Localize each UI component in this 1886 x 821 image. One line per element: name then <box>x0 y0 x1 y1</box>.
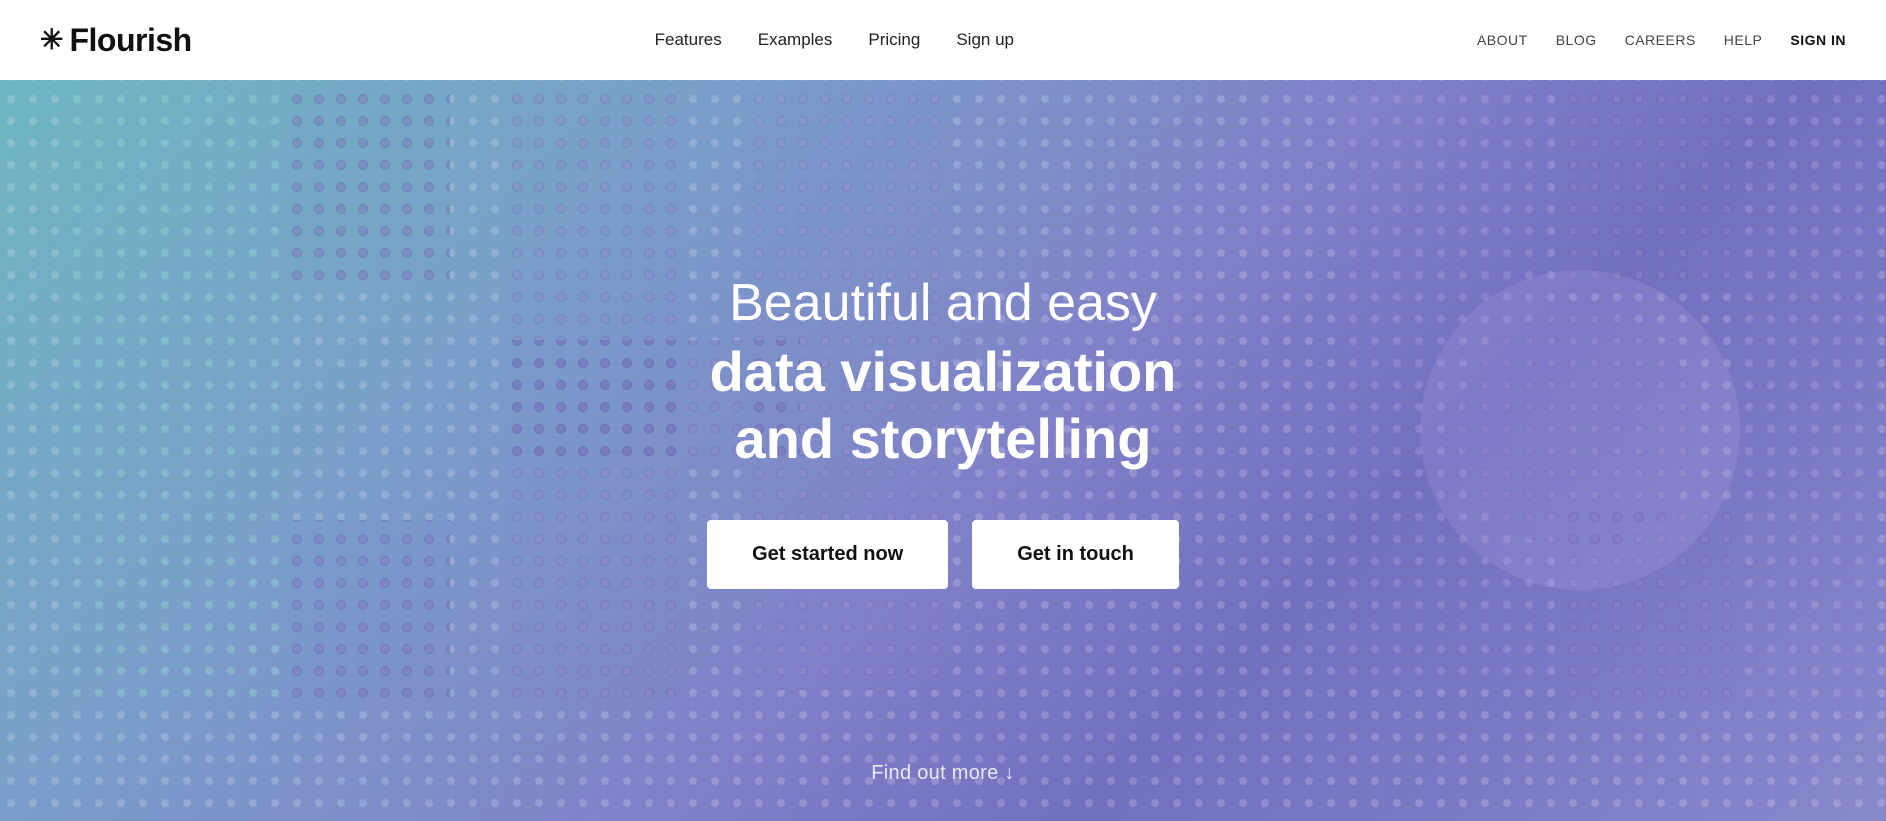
nav-careers[interactable]: CAREERS <box>1625 32 1696 48</box>
hero-section: Beautiful and easy data visualization an… <box>0 0 1886 821</box>
nav-features[interactable]: Features <box>655 30 722 50</box>
hero-content: Beautiful and easy data visualization an… <box>687 272 1199 590</box>
get-started-button[interactable]: Get started now <box>707 520 948 589</box>
nav-examples[interactable]: Examples <box>758 30 833 50</box>
hero-buttons: Get started now Get in touch <box>707 520 1179 589</box>
nav-signin[interactable]: SIGN IN <box>1790 32 1846 48</box>
hero-title-line2: and storytelling <box>735 407 1152 470</box>
hero-title-line1: data visualization <box>710 340 1177 403</box>
logo-asterisk-icon: ✳ <box>40 26 63 54</box>
hero-title: data visualization and storytelling <box>707 338 1179 472</box>
nav-pricing[interactable]: Pricing <box>868 30 920 50</box>
navbar: ✳ Flourish Features Examples Pricing Sig… <box>0 0 1886 80</box>
logo-link[interactable]: ✳ Flourish <box>40 22 192 59</box>
navbar-right-links: ABOUT BLOG CAREERS HELP SIGN IN <box>1477 32 1846 48</box>
nav-help[interactable]: HELP <box>1724 32 1763 48</box>
hero-subtitle: Beautiful and easy <box>707 272 1179 334</box>
find-out-more-link[interactable]: Find out more ↓ <box>871 762 1014 785</box>
nav-about[interactable]: ABOUT <box>1477 32 1528 48</box>
get-in-touch-button[interactable]: Get in touch <box>972 520 1179 589</box>
nav-blog[interactable]: BLOG <box>1556 32 1597 48</box>
navbar-center-links: Features Examples Pricing Sign up <box>655 30 1014 50</box>
nav-signup[interactable]: Sign up <box>956 30 1014 50</box>
logo-text: Flourish <box>69 22 191 59</box>
